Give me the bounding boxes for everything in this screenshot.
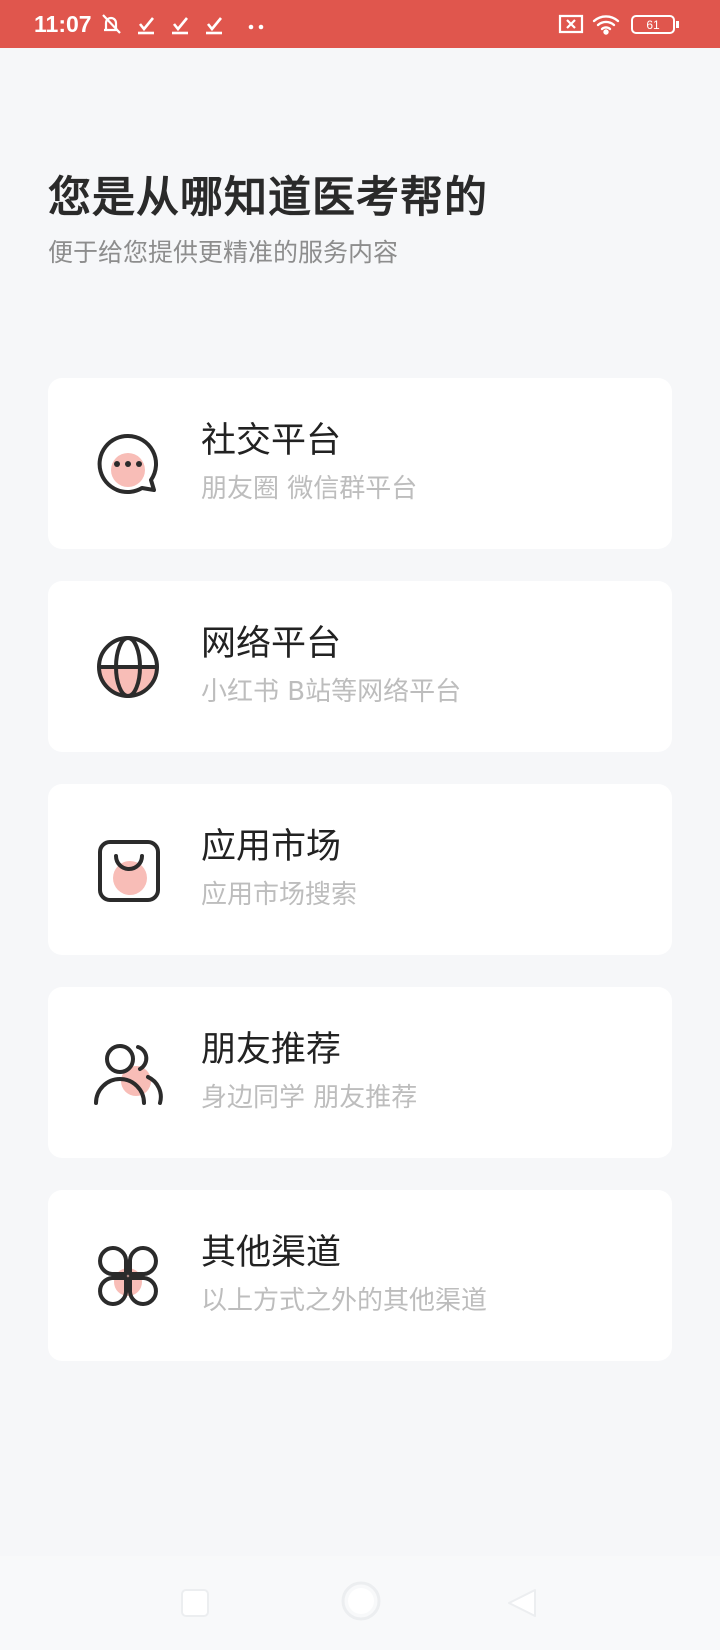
status-bar: 11:07 61 xyxy=(0,0,720,48)
option-description: 以上方式之外的其他渠道 xyxy=(201,1286,488,1316)
page-header: 您是从哪知道医考帮的 便于给您提供更精准的服务内容 xyxy=(48,170,672,270)
globe-icon xyxy=(92,631,164,703)
option-description: 应用市场搜索 xyxy=(201,880,358,910)
status-time: 11:07 xyxy=(34,11,92,37)
status-system-icons: 61 xyxy=(558,14,679,35)
check-icon xyxy=(206,17,223,35)
page-title: 您是从哪知道医考帮的 xyxy=(48,173,488,223)
check-icon xyxy=(138,17,155,35)
circle-back-button[interactable] xyxy=(340,1580,382,1622)
option-app-market[interactable]: 应用市场 应用市场搜索 xyxy=(48,784,672,955)
home-square-button[interactable] xyxy=(180,1588,210,1618)
option-title: 其他渠道 xyxy=(201,1233,342,1273)
option-description: 小红书 B站等网络平台 xyxy=(201,677,462,707)
page-subtitle: 便于给您提供更精准的服务内容 xyxy=(48,238,399,267)
option-network-platform[interactable]: 网络平台 小红书 B站等网络平台 xyxy=(48,581,672,752)
option-social-platform[interactable]: 社交平台 朋友圈 微信群平台 xyxy=(48,378,672,549)
system-nav-bar xyxy=(0,1556,720,1650)
battery-icon: 61 xyxy=(631,15,679,34)
option-description: 朋友圈 微信群平台 xyxy=(201,474,418,504)
wifi-icon xyxy=(592,15,620,35)
status-notification-icons xyxy=(102,14,264,35)
chat-bubble-icon xyxy=(92,428,164,500)
option-title: 网络平台 xyxy=(201,624,342,664)
option-title: 应用市场 xyxy=(201,827,342,867)
battery-level: 61 xyxy=(646,18,660,32)
option-title: 朋友推荐 xyxy=(201,1030,342,1070)
more-dots-icon xyxy=(248,24,264,30)
triangle-recent-button[interactable] xyxy=(505,1586,539,1620)
people-icon xyxy=(92,1037,164,1109)
no-sim-icon xyxy=(558,14,584,34)
option-friend-referral[interactable]: 朋友推荐 身边同学 朋友推荐 xyxy=(48,987,672,1158)
option-title: 社交平台 xyxy=(201,421,342,461)
grid-clover-icon xyxy=(92,1240,164,1312)
notification-off-icon xyxy=(102,14,121,34)
source-options-list: 社交平台 朋友圈 微信群平台 网络平台 小红书 B站等网络平台 应用市场 应用市… xyxy=(48,378,672,1393)
option-other-channels[interactable]: 其他渠道 以上方式之外的其他渠道 xyxy=(48,1190,672,1361)
shopping-bag-icon xyxy=(92,834,164,906)
option-description: 身边同学 朋友推荐 xyxy=(201,1083,418,1113)
check-icon xyxy=(172,17,189,35)
